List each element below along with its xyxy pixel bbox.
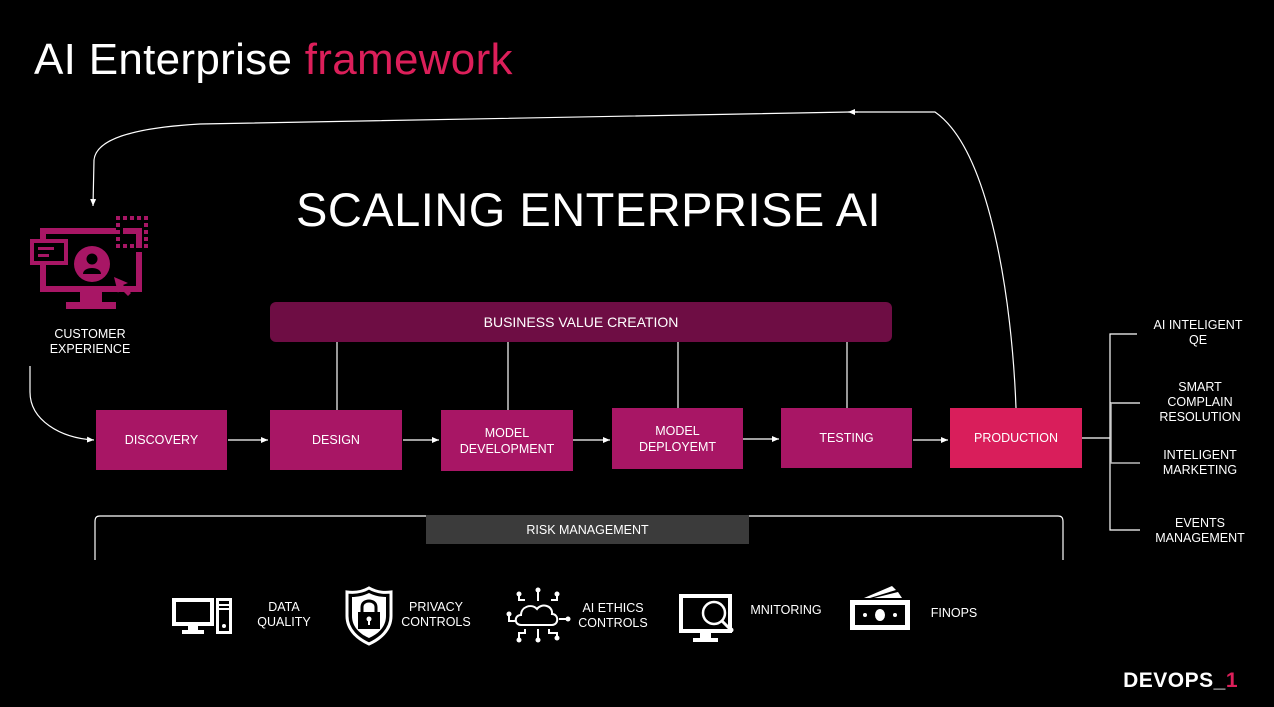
control-data-quality: DATA QUALITY bbox=[252, 600, 316, 630]
step-model-deployment[interactable]: MODEL DEPLOYEMT bbox=[612, 408, 743, 469]
control-label-line1: FINOPS bbox=[930, 606, 978, 620]
step-model-development[interactable]: MODEL DEVELOPMENT bbox=[441, 410, 573, 471]
control-privacy-controls: PRIVACY CONTROLS bbox=[398, 600, 474, 630]
outcome-line1: SMART bbox=[1178, 380, 1222, 394]
control-label-line2: CONTROLS bbox=[578, 616, 648, 630]
page-title-main: AI Enterprise bbox=[34, 35, 293, 84]
outcomes-bracket bbox=[1109, 333, 1140, 531]
outcome-line2: MARKETING bbox=[1162, 463, 1238, 477]
control-label-line1: AI ETHICS bbox=[582, 601, 644, 615]
outcome-line1: AI INTELIGENT bbox=[1153, 318, 1243, 332]
customer-experience-label-line2: EXPERIENCE bbox=[49, 342, 131, 356]
step-production[interactable]: PRODUCTION bbox=[950, 408, 1082, 468]
step-label: DISCOVERY bbox=[124, 433, 199, 447]
step-label-line2: DEPLOYEMT bbox=[638, 439, 717, 454]
money-bills-icon bbox=[850, 586, 910, 630]
step-label: TESTING bbox=[819, 431, 874, 445]
step-testing[interactable]: TESTING bbox=[781, 408, 912, 468]
control-label-line2: CONTROLS bbox=[401, 615, 471, 629]
outcome-line1: INTELIGENT bbox=[1163, 448, 1237, 462]
shield-lock-icon bbox=[345, 586, 393, 646]
brand-logo-accent: 1 bbox=[1225, 669, 1238, 692]
step-label-line2: DEVELOPMENT bbox=[459, 441, 555, 456]
customer-experience-label-line1: CUSTOMER bbox=[54, 327, 126, 341]
outcome-inteligent-marketing: INTELIGENT MARKETING bbox=[1145, 448, 1255, 478]
control-monitoring: MNITORING bbox=[746, 603, 826, 618]
desktop-computer-icon bbox=[172, 598, 232, 634]
customer-experience-label: CUSTOMER EXPERIENCE bbox=[40, 327, 140, 357]
control-label-line1: MNITORING bbox=[750, 603, 822, 617]
outcome-line2: MANAGEMENT bbox=[1155, 531, 1245, 545]
page-title: AI Enterprise framework bbox=[34, 30, 513, 90]
outcome-line1: EVENTS bbox=[1174, 516, 1225, 530]
outcome-smart-complain-resolution: SMART COMPLAIN RESOLUTION bbox=[1145, 380, 1255, 425]
control-ai-ethics-controls: AI ETHICS CONTROLS bbox=[574, 601, 652, 631]
control-label-line2: QUALITY bbox=[257, 615, 311, 629]
cloud-network-icon bbox=[506, 587, 571, 643]
control-label-line1: PRIVACY bbox=[409, 600, 463, 614]
outcome-events-management: EVENTS MANAGEMENT bbox=[1145, 516, 1255, 546]
diagram-subtitle: SCALING ENTERPRISE AI bbox=[296, 183, 882, 236]
outcome-line3: RESOLUTION bbox=[1159, 410, 1241, 424]
step-label: DESIGN bbox=[312, 433, 360, 447]
cx-to-discovery-line bbox=[29, 366, 95, 443]
control-label-line1: DATA bbox=[268, 600, 300, 614]
control-finops: FINOPS bbox=[926, 606, 982, 621]
step-label: PRODUCTION bbox=[973, 431, 1059, 445]
business-value-creation-bar: BUSINESS VALUE CREATION bbox=[270, 302, 892, 342]
step-label-line1: MODEL bbox=[655, 423, 700, 438]
step-discovery[interactable]: DISCOVERY bbox=[96, 410, 227, 470]
brand-logo-main: DEVOPS_ bbox=[1123, 669, 1226, 692]
page-title-accent: framework bbox=[304, 35, 513, 84]
risk-management-bar: RISK MANAGEMENT bbox=[426, 515, 749, 544]
monitor-magnifier-icon bbox=[679, 594, 734, 642]
customer-experience-monitor-icon bbox=[30, 216, 148, 309]
step-label-line1: MODEL bbox=[484, 425, 530, 440]
brand-logo: DEVOPS_1 bbox=[1123, 669, 1238, 693]
feedback-loop-line bbox=[850, 111, 1017, 409]
step-design[interactable]: DESIGN bbox=[270, 410, 402, 470]
outcome-line2: QE bbox=[1188, 333, 1208, 347]
outcome-line2: COMPLAIN bbox=[1167, 395, 1233, 409]
outcome-ai-inteligent-qe: AI INTELIGENT QE bbox=[1143, 318, 1253, 348]
